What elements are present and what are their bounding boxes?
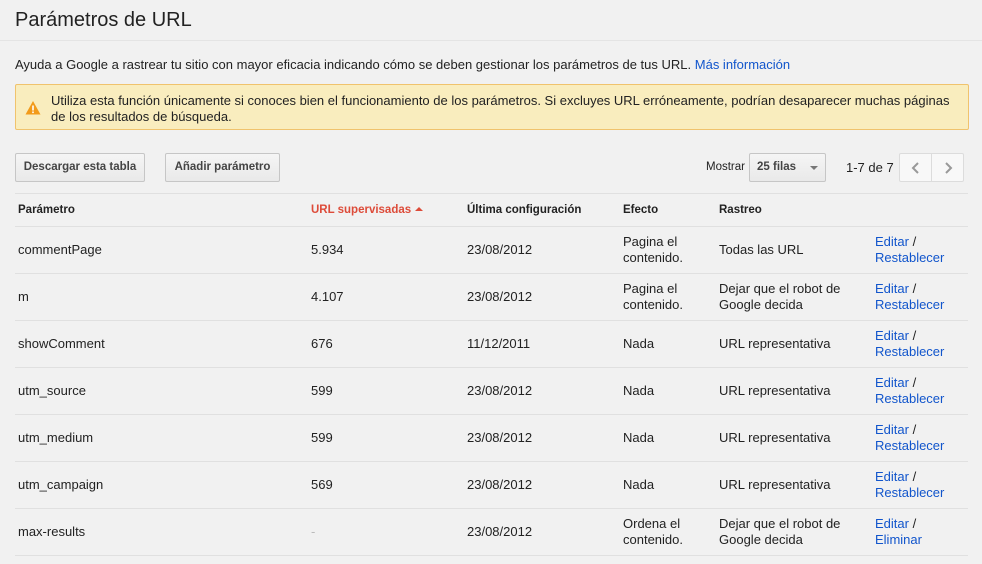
column-header-parameter[interactable]: Parámetro	[18, 204, 75, 216]
effect: Nada	[623, 430, 655, 445]
effect: Nada	[623, 336, 655, 351]
url-parameters-table: Parámetro URL supervisadas Última config…	[15, 193, 968, 556]
column-header-monitored-urls[interactable]: URL supervisadas	[311, 204, 424, 216]
chevron-right-icon	[945, 162, 953, 174]
previous-page-button[interactable]	[899, 153, 932, 182]
monitored-urls: -	[311, 524, 316, 539]
add-parameter-button[interactable]: Añadir parámetro	[165, 153, 280, 182]
last-configured: 23/08/2012	[467, 242, 533, 257]
monitored-urls: 676	[311, 336, 333, 351]
edit-link[interactable]: Editar	[875, 234, 909, 249]
reset-link[interactable]: Restablecer	[875, 250, 944, 265]
reset-link[interactable]: Restablecer	[875, 297, 944, 312]
table-header: Parámetro URL supervisadas Última config…	[15, 193, 968, 227]
monitored-urls: 569	[311, 477, 333, 492]
sort-ascending-icon	[415, 207, 424, 211]
row-actions: Editar / Restablecer	[875, 469, 965, 501]
effect: Pagina el contenido.	[623, 234, 683, 265]
intro-text: Ayuda a Google a rastrear tu sitio con m…	[15, 57, 790, 72]
edit-link[interactable]: Editar	[875, 422, 909, 437]
edit-link[interactable]: Editar	[875, 281, 909, 296]
next-page-button[interactable]	[931, 153, 964, 182]
reset-link[interactable]: Restablecer	[875, 438, 944, 453]
table-row: m 4.107 23/08/2012 Pagina el contenido. …	[15, 274, 968, 321]
parameter-name: utm_campaign	[18, 477, 104, 492]
reset-link[interactable]: Restablecer	[875, 344, 944, 359]
show-rows-label: Mostrar	[706, 161, 745, 173]
monitored-urls: 5.934	[311, 242, 344, 257]
crawl: Todas las URL	[719, 242, 804, 257]
effect: Nada	[623, 477, 655, 492]
parameter-name: showComment	[18, 336, 105, 351]
title-divider	[0, 40, 982, 41]
edit-link[interactable]: Editar	[875, 516, 909, 531]
pagination-status: 1-7 de 7	[846, 160, 894, 175]
page: Parámetros de URL Ayuda a Google a rastr…	[0, 0, 982, 564]
parameter-name: m	[18, 289, 29, 304]
action-separator: /	[908, 328, 917, 343]
action-separator: /	[908, 422, 917, 437]
parameter-name: utm_source	[18, 383, 86, 398]
action-separator: /	[908, 281, 917, 296]
more-info-link[interactable]: Más información	[695, 57, 790, 72]
download-table-button[interactable]: Descargar esta tabla	[15, 153, 145, 182]
page-title: Parámetros de URL	[15, 9, 192, 31]
crawl: URL representativa	[719, 383, 831, 398]
table-row: showComment 676 11/12/2011 Nada URL repr…	[15, 321, 968, 368]
rows-per-page-select[interactable]: 25 filas	[749, 153, 826, 182]
row-actions: Editar / Restablecer	[875, 234, 965, 266]
last-configured: 23/08/2012	[467, 383, 533, 398]
row-actions: Editar / Restablecer	[875, 328, 965, 360]
last-configured: 23/08/2012	[467, 477, 533, 492]
warning-text: Utiliza esta función únicamente si conoc…	[51, 93, 950, 124]
reset-link[interactable]: Restablecer	[875, 485, 944, 500]
row-actions: Editar / Eliminar	[875, 516, 965, 548]
table-row: utm_medium 599 23/08/2012 Nada URL repre…	[15, 415, 968, 462]
column-header-last-configured[interactable]: Última configuración	[467, 204, 581, 216]
table-row: utm_campaign 569 23/08/2012 Nada URL rep…	[15, 462, 968, 509]
last-configured: 11/12/2011	[467, 336, 531, 351]
row-actions: Editar / Restablecer	[875, 375, 965, 407]
last-configured: 23/08/2012	[467, 289, 533, 304]
crawl: Dejar que el robot de Google decida	[719, 516, 841, 547]
column-header-monitored-urls-label: URL supervisadas	[311, 204, 412, 216]
effect: Pagina el contenido.	[623, 281, 683, 312]
effect: Ordena el contenido.	[623, 516, 683, 547]
chevron-down-icon	[810, 166, 818, 170]
parameter-name: commentPage	[18, 242, 102, 257]
edit-link[interactable]: Editar	[875, 328, 909, 343]
crawl: URL representativa	[719, 477, 831, 492]
table-row: commentPage 5.934 23/08/2012 Pagina el c…	[15, 227, 968, 274]
column-header-crawl[interactable]: Rastreo	[719, 204, 762, 216]
edit-link[interactable]: Editar	[875, 469, 909, 484]
table-row: max-results - 23/08/2012 Ordena el conte…	[15, 509, 968, 556]
monitored-urls: 599	[311, 383, 333, 398]
action-separator: /	[908, 375, 917, 390]
last-configured: 23/08/2012	[467, 524, 533, 539]
column-header-effect[interactable]: Efecto	[623, 204, 658, 216]
reset-link[interactable]: Restablecer	[875, 391, 944, 406]
crawl: Dejar que el robot de Google decida	[719, 281, 841, 312]
table-row: utm_source 599 23/08/2012 Nada URL repre…	[15, 368, 968, 415]
monitored-urls: 4.107	[311, 289, 344, 304]
effect: Nada	[623, 383, 655, 398]
crawl: URL representativa	[719, 430, 831, 445]
action-separator: /	[908, 234, 917, 249]
parameter-name: utm_medium	[18, 430, 94, 445]
warning-icon	[25, 101, 41, 115]
action-separator: /	[908, 516, 917, 531]
intro-description: Ayuda a Google a rastrear tu sitio con m…	[15, 57, 692, 72]
action-separator: /	[908, 469, 917, 484]
monitored-urls: 599	[311, 430, 333, 445]
row-actions: Editar / Restablecer	[875, 422, 965, 454]
parameter-name: max-results	[18, 524, 86, 539]
rows-per-page-value: 25 filas	[757, 161, 796, 173]
edit-link[interactable]: Editar	[875, 375, 909, 390]
last-configured: 23/08/2012	[467, 430, 533, 445]
row-actions: Editar / Restablecer	[875, 281, 965, 313]
warning-banner: Utiliza esta función únicamente si conoc…	[15, 84, 969, 130]
delete-link[interactable]: Eliminar	[875, 532, 922, 547]
crawl: URL representativa	[719, 336, 831, 351]
chevron-left-icon	[911, 162, 919, 174]
